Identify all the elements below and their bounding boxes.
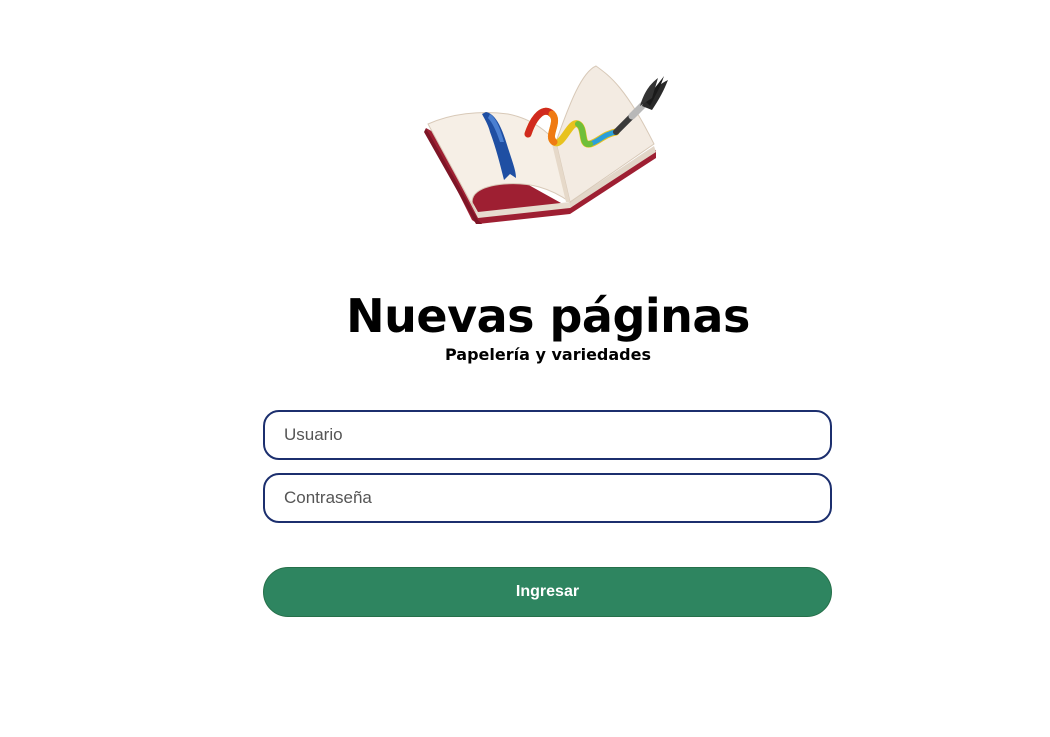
brand-title: Nuevas páginas (346, 289, 750, 343)
login-page: Nuevas páginas Papelería y variedades In… (0, 0, 1050, 737)
brand-subtitle: Papelería y variedades (444, 345, 651, 364)
login-button[interactable]: Ingresar (263, 567, 832, 617)
username-input[interactable] (263, 410, 832, 460)
password-input[interactable] (263, 473, 832, 523)
open-book-paintbrush-icon (424, 65, 668, 224)
